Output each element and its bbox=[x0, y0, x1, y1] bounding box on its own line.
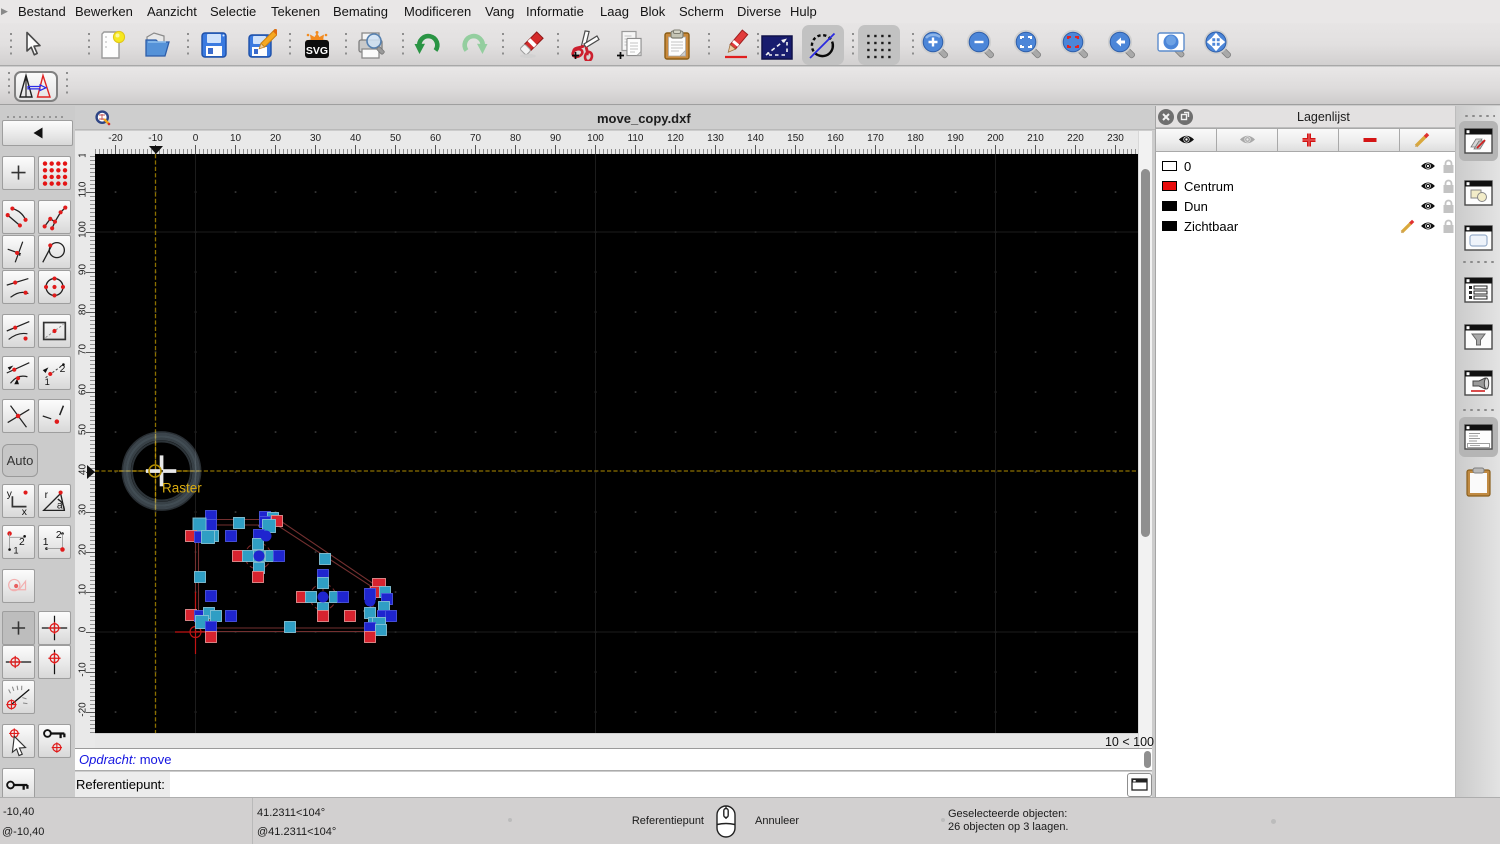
svg-text:SVG: SVG bbox=[306, 45, 328, 57]
svg-text:1: 1 bbox=[45, 376, 50, 387]
svg-text:a: a bbox=[57, 501, 63, 512]
svg-text:2: 2 bbox=[19, 537, 25, 548]
svg-text:r: r bbox=[45, 490, 49, 501]
svg-text:x: x bbox=[22, 507, 28, 517]
svg-text:1: 1 bbox=[13, 544, 18, 555]
svg-text:2: 2 bbox=[56, 530, 62, 541]
svg-text:1: 1 bbox=[43, 537, 49, 548]
svg-text:Raster: Raster bbox=[162, 481, 202, 496]
svg-text:2: 2 bbox=[60, 364, 66, 375]
